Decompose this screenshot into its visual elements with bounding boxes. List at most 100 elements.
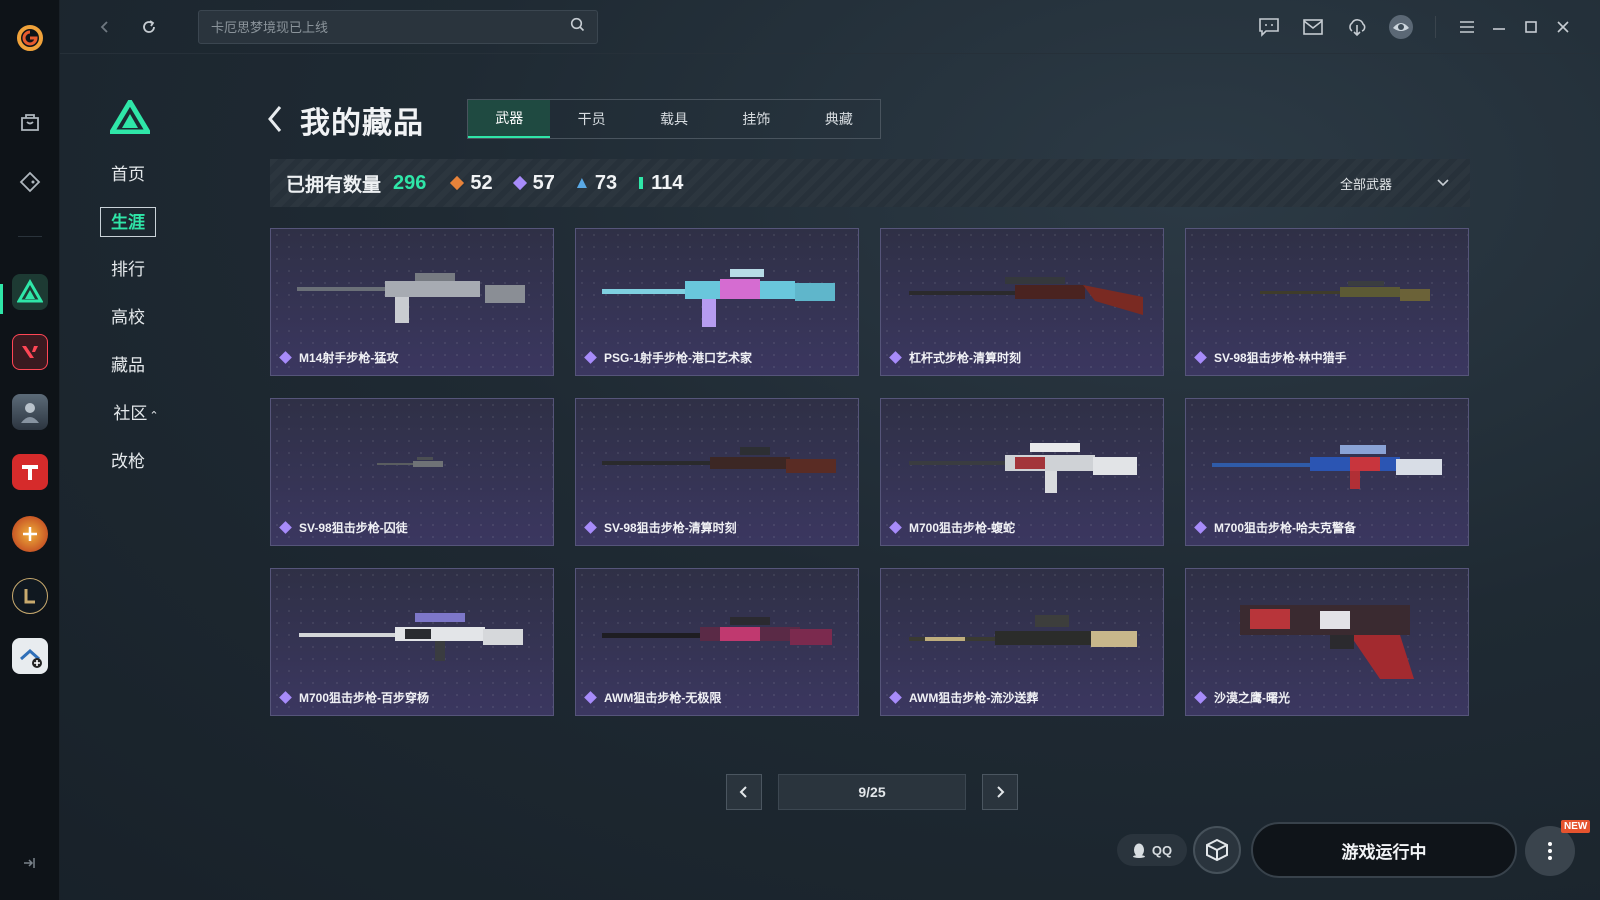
purple-gem-icon	[584, 521, 597, 534]
soldier-game-icon	[12, 394, 48, 430]
rail-app-soldier[interactable]	[8, 390, 52, 434]
back-icon[interactable]	[92, 14, 118, 40]
sidebar-item-label: 社区	[113, 404, 148, 423]
crossfire-icon	[12, 516, 48, 552]
item-name: M700狙击步枪-百步穿杨	[299, 691, 430, 705]
rail-app-crossfire[interactable]	[8, 512, 52, 556]
purple-gem-icon	[1194, 691, 1207, 704]
delta-force-logo-icon	[107, 97, 153, 139]
sidebar-item-ranking[interactable]: 排行	[100, 255, 156, 285]
rail-app-league[interactable]	[8, 574, 52, 618]
launcher-logo-icon[interactable]	[8, 16, 52, 60]
top-bar	[60, 0, 1600, 54]
weapon-filter-dropdown[interactable]: 全部武器	[1340, 159, 1450, 207]
qq-button[interactable]: QQ	[1117, 834, 1187, 866]
sidebar-item-collection[interactable]: 藏品	[100, 351, 156, 381]
purple-gem-icon	[1194, 351, 1207, 364]
next-page-button[interactable]	[982, 774, 1018, 810]
collection-card[interactable]: M700狙击步枪-百步穿杨	[270, 568, 554, 716]
game-running-button[interactable]: 游戏运行中	[1251, 822, 1517, 878]
menu-icon[interactable]	[1454, 14, 1480, 40]
tier-count-blue: 73	[576, 171, 618, 195]
cube-button[interactable]	[1193, 826, 1241, 874]
rail-app-t-game[interactable]	[8, 450, 52, 494]
search-input[interactable]	[211, 19, 570, 35]
purple-gem-icon	[279, 521, 292, 534]
valorant-icon	[12, 334, 48, 370]
tab-weapons[interactable]: 武器	[468, 100, 551, 138]
collection-card[interactable]: SV-98狙击步枪-清算时刻	[575, 398, 859, 546]
pistol-red-icon	[1240, 605, 1414, 679]
tier-value: 114	[651, 171, 684, 194]
purple-gem-icon	[889, 521, 902, 534]
qq-label: QQ	[1151, 842, 1173, 858]
page-title: 我的藏品	[300, 107, 424, 140]
item-name: AWM狙击步枪-无极限	[604, 691, 722, 705]
tab-operators[interactable]: 干员	[550, 100, 632, 138]
maximize-icon[interactable]	[1518, 14, 1544, 40]
collection-card[interactable]: SV-98狙击步枪-林中猎手	[1185, 228, 1469, 376]
search-icon[interactable]	[570, 17, 585, 37]
item-name: 杠杆式步枪-清算时刻	[909, 351, 1021, 365]
tab-collection[interactable]: 典藏	[798, 100, 880, 138]
collection-card[interactable]: M700狙击步枪-哈夫克警备	[1185, 398, 1469, 546]
gamepad-icon[interactable]	[8, 160, 52, 204]
collection-card[interactable]: AWM狙击步枪-流沙送葬	[880, 568, 1164, 716]
collection-card[interactable]: PSG-1射手步枪-港口艺术家	[575, 228, 859, 376]
prev-page-button[interactable]	[726, 774, 762, 810]
rail-active-indicator	[0, 284, 3, 314]
purple-gem-icon	[889, 691, 902, 704]
sidebar-item-college[interactable]: 高校	[100, 303, 156, 333]
penguin-icon	[1132, 843, 1145, 858]
sidebar-item-home[interactable]: 首页	[100, 160, 156, 190]
rail-divider	[18, 236, 42, 237]
chevron-down-icon	[1436, 176, 1450, 191]
tab-vehicles[interactable]: 载具	[633, 100, 715, 138]
rifle-brown-icon	[909, 277, 1143, 315]
collection-card[interactable]: 沙漠之鹰-曙光	[1185, 568, 1469, 716]
tab-charms[interactable]: 挂饰	[715, 100, 797, 138]
sniper-brown-icon	[602, 447, 836, 473]
collection-card[interactable]: AWM狙击步枪-无极限	[575, 568, 859, 716]
chevron-up-icon: ⌃	[149, 410, 159, 422]
rail-app-delta-force[interactable]	[8, 270, 52, 314]
item-name: M700狙击步枪-蝮蛇	[909, 521, 1016, 535]
green-gem-icon	[639, 177, 644, 189]
sidebar-item-community[interactable]: 社区 ⌃	[100, 399, 172, 429]
store-bag-icon[interactable]	[8, 100, 52, 144]
more-vertical-icon	[1548, 842, 1552, 860]
refresh-icon[interactable]	[136, 14, 162, 40]
item-name: M700狙击步枪-哈夫克警备	[1214, 521, 1357, 535]
t-game-icon	[12, 454, 48, 490]
mail-icon[interactable]	[1300, 14, 1326, 40]
collection-card[interactable]: SV-98狙击步枪-囚徒	[270, 398, 554, 546]
item-name: SV-98狙击步枪-清算时刻	[604, 521, 737, 535]
more-options-button[interactable]	[1525, 826, 1575, 876]
tier-count-green: 114	[639, 172, 683, 195]
collection-card[interactable]: M700狙击步枪-蝮蛇	[880, 398, 1164, 546]
collection-card[interactable]: M14射手步枪-猛攻	[270, 228, 554, 376]
sniper-camo-icon	[1260, 281, 1430, 301]
sidebar-item-career[interactable]: 生涯	[100, 207, 156, 237]
download-icon[interactable]	[1344, 14, 1370, 40]
close-icon[interactable]	[1550, 14, 1576, 40]
delta-force-icon	[12, 274, 48, 310]
item-name: M14射手步枪-猛攻	[299, 351, 399, 365]
search-box[interactable]	[198, 10, 598, 44]
tier-value: 73	[594, 171, 618, 194]
chat-icon[interactable]	[1256, 14, 1282, 40]
rifle-cyan-pink-icon	[602, 269, 835, 327]
rail-app-add-game[interactable]	[8, 634, 52, 678]
back-arrow-icon[interactable]	[266, 103, 284, 140]
rail-app-valorant[interactable]	[8, 330, 52, 374]
purple-gem-icon	[279, 691, 292, 704]
sidebar-item-gunsmith[interactable]: 改枪	[100, 447, 156, 477]
rifle-silver-icon	[297, 273, 525, 323]
user-avatar[interactable]	[1388, 14, 1414, 40]
stats-bar: 已拥有数量 296 52 57 73 114 全部武器	[270, 159, 1470, 207]
collapse-sidebar-icon[interactable]	[18, 852, 40, 874]
chevron-right-icon	[997, 786, 1005, 798]
collection-card[interactable]: 杠杆式步枪-清算时刻	[880, 228, 1164, 376]
minimize-icon[interactable]	[1486, 14, 1512, 40]
sniper-white-icon	[299, 613, 523, 661]
